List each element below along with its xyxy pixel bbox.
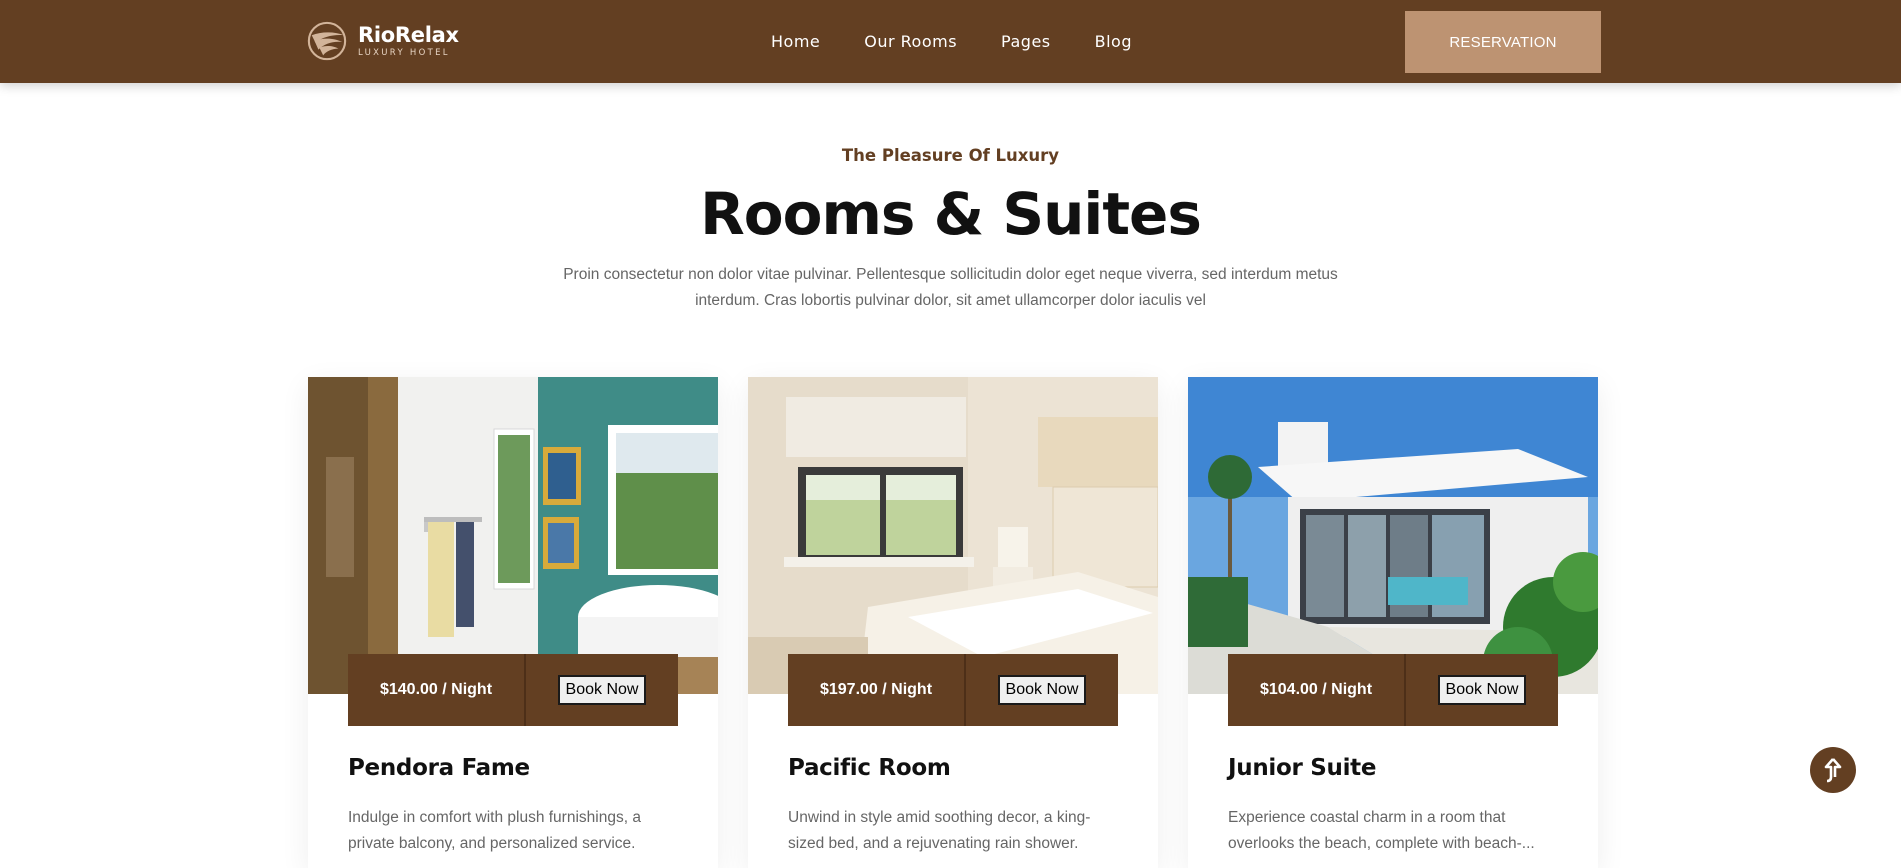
room-photo-villa[interactable] <box>1188 377 1598 694</box>
main-nav: Home Our Rooms Pages Blog <box>771 0 1132 83</box>
room-description: Unwind in style amid soothing decor, a k… <box>788 809 1091 852</box>
book-now-button[interactable]: Book Now <box>1437 675 1527 705</box>
nav-pages[interactable]: Pages <box>1001 32 1051 51</box>
room-price: $140.00 / Night <box>348 654 526 726</box>
price-bar: $104.00 / Night Book Now <box>1228 654 1558 726</box>
book-now-button[interactable]: Book Now <box>557 675 647 705</box>
room-card: $140.00 / Night Book Now Pendora Fame In… <box>308 377 718 868</box>
nav-home[interactable]: Home <box>771 32 820 51</box>
nav-blog[interactable]: Blog <box>1095 32 1132 51</box>
room-photo-bathroom[interactable] <box>308 377 718 694</box>
book-now-button[interactable]: Book Now <box>997 675 1087 705</box>
site-header: RioRelax LUXURY HOTEL Home Our Rooms Pag… <box>0 0 1901 83</box>
brand-tagline: LUXURY HOTEL <box>358 48 450 58</box>
scroll-to-top-button[interactable] <box>1810 747 1856 793</box>
section-intro: Proin consectetur non dolor vitae pulvin… <box>563 266 1338 309</box>
room-photo-bedroom[interactable] <box>748 377 1158 694</box>
wing-logo-icon <box>307 21 347 61</box>
brand-name: RioRelax <box>358 23 459 47</box>
room-price: $104.00 / Night <box>1228 654 1406 726</box>
room-price: $197.00 / Night <box>788 654 966 726</box>
room-card: $197.00 / Night Book Now Pacific Room Un… <box>748 377 1158 868</box>
arrow-up-icon <box>1824 758 1842 783</box>
reservation-button[interactable]: RESERVATION <box>1405 11 1601 73</box>
section-title: Rooms & Suites <box>700 180 1202 248</box>
room-description: Indulge in comfort with plush furnishing… <box>348 809 641 852</box>
nav-our-rooms[interactable]: Our Rooms <box>864 32 957 51</box>
room-name[interactable]: Junior Suite <box>1228 755 1376 781</box>
price-bar: $197.00 / Night Book Now <box>788 654 1118 726</box>
room-card: $104.00 / Night Book Now Junior Suite Ex… <box>1188 377 1598 868</box>
room-description: Experience coastal charm in a room that … <box>1228 809 1535 852</box>
room-name[interactable]: Pacific Room <box>788 755 951 781</box>
price-bar: $140.00 / Night Book Now <box>348 654 678 726</box>
room-name[interactable]: Pendora Fame <box>348 755 530 781</box>
section-kicker: The Pleasure Of Luxury <box>841 146 1060 165</box>
brand-logo[interactable]: RioRelax LUXURY HOTEL <box>306 19 459 63</box>
